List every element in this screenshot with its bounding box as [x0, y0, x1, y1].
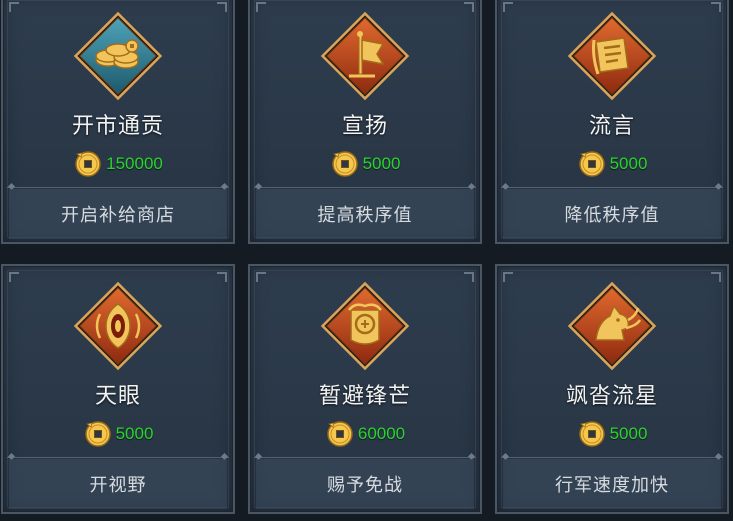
banner-flag-icon	[319, 10, 411, 102]
coins-stack-icon	[72, 10, 164, 102]
corner-ornament	[9, 2, 19, 12]
divider	[501, 457, 723, 458]
card-description: 降低秩序值	[503, 189, 721, 239]
shop-card[interactable]: 天眼 5000 开视野	[1, 264, 235, 514]
card-description: 行军速度加快	[503, 459, 721, 509]
cost-value: 5000	[609, 154, 648, 173]
rumor-scroll-icon	[566, 10, 658, 102]
card-cost: 5000	[497, 149, 727, 179]
card-description: 赐予免战	[256, 459, 474, 509]
copper-coin-icon	[325, 419, 355, 449]
card-description: 提高秩序值	[256, 189, 474, 239]
cost-value: 60000	[357, 424, 406, 443]
corner-ornament	[217, 272, 227, 282]
meteor-horse-icon	[566, 280, 658, 372]
card-title: 流言	[588, 114, 635, 139]
shop-card[interactable]: 宣扬 5000 提高秩序值	[248, 0, 482, 244]
corner-ornament	[256, 2, 266, 12]
card-description: 开启补给商店	[9, 189, 227, 239]
card-cost: 5000	[250, 149, 480, 179]
heaven-eye-icon	[72, 280, 164, 372]
card-title: 宣扬	[341, 114, 388, 139]
shop-card[interactable]: 流言 5000 降低秩序值	[495, 0, 729, 244]
divider	[7, 457, 229, 458]
copper-coin-icon	[73, 149, 103, 179]
copper-coin-icon	[577, 419, 607, 449]
card-title: 天眼	[94, 384, 141, 409]
cost-value: 150000	[106, 154, 163, 173]
corner-ornament	[503, 2, 513, 12]
divider	[254, 187, 476, 188]
corner-ornament	[9, 272, 19, 282]
avoid-battle-icon	[319, 280, 411, 372]
divider	[254, 457, 476, 458]
corner-ornament	[503, 272, 513, 282]
strategy-shop-grid: 开市通贡 150000 开启补给商店 宣扬 5000 提高秩序值 流言 5000…	[0, 0, 733, 521]
corner-ornament	[711, 272, 721, 282]
card-title: 暂避锋芒	[318, 384, 411, 409]
cost-value: 5000	[115, 424, 154, 443]
card-title: 飒沓流星	[565, 384, 658, 409]
shop-card[interactable]: 暂避锋芒 60000 赐予免战	[248, 264, 482, 514]
corner-ornament	[711, 2, 721, 12]
corner-ornament	[464, 272, 474, 282]
corner-ornament	[256, 272, 266, 282]
copper-coin-icon	[83, 419, 113, 449]
card-cost: 60000	[250, 419, 480, 449]
corner-ornament	[217, 2, 227, 12]
cost-value: 5000	[609, 424, 648, 443]
divider	[7, 187, 229, 188]
divider	[501, 187, 723, 188]
copper-coin-icon	[577, 149, 607, 179]
card-cost: 5000	[497, 419, 727, 449]
shop-card[interactable]: 飒沓流星 5000 行军速度加快	[495, 264, 729, 514]
card-description: 开视野	[9, 459, 227, 509]
card-cost: 5000	[3, 419, 233, 449]
card-title: 开市通贡	[71, 114, 164, 139]
cost-value: 5000	[362, 154, 401, 173]
shop-card[interactable]: 开市通贡 150000 开启补给商店	[1, 0, 235, 244]
copper-coin-icon	[330, 149, 360, 179]
card-cost: 150000	[3, 149, 233, 179]
corner-ornament	[464, 2, 474, 12]
